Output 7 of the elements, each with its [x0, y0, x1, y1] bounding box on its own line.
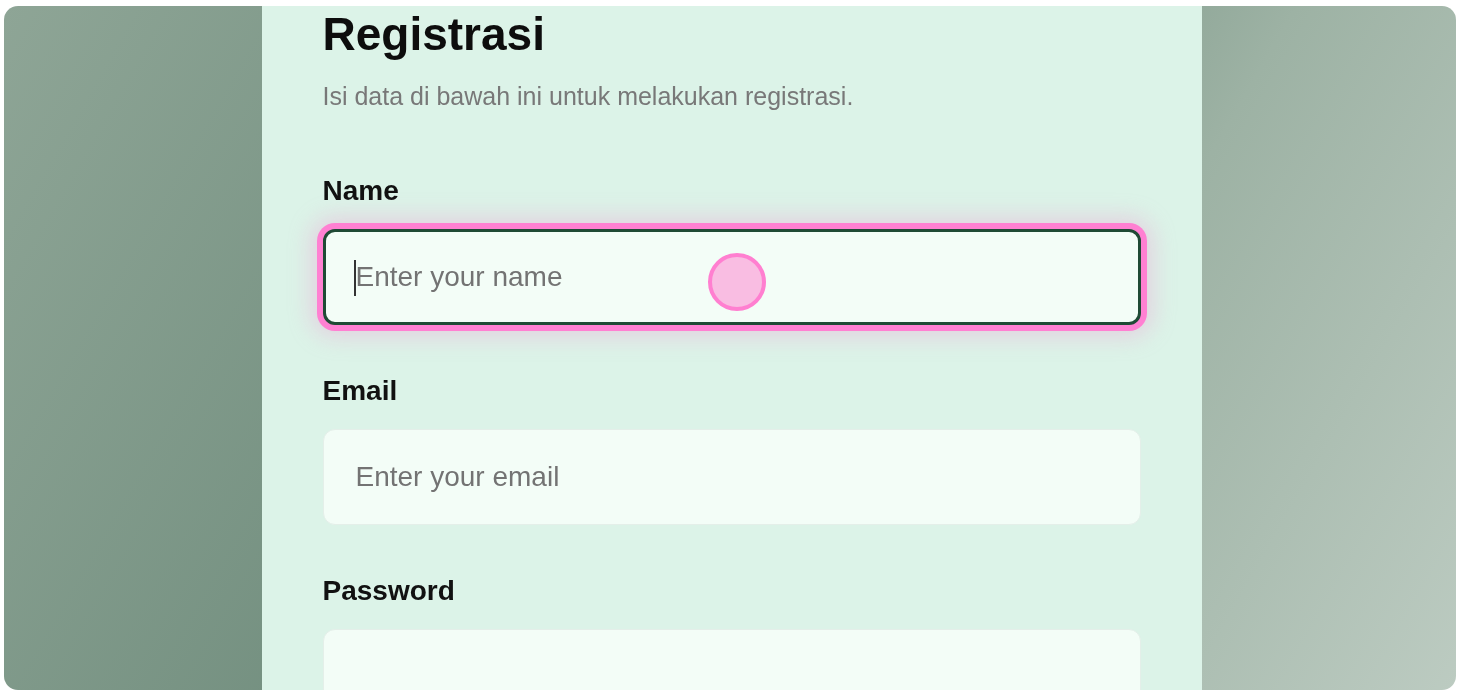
input-field[interactable]: Enter your name — [322, 229, 1141, 326]
field-label: Name — [322, 175, 400, 208]
form-title: Registrasi — [322, 10, 546, 59]
form-subtitle: Isi data di bawah ini untuk melakukan registrasi. — [322, 82, 855, 112]
text-caret — [353, 260, 356, 297]
field-label: Email — [322, 375, 399, 408]
field-label: Password — [322, 575, 456, 608]
